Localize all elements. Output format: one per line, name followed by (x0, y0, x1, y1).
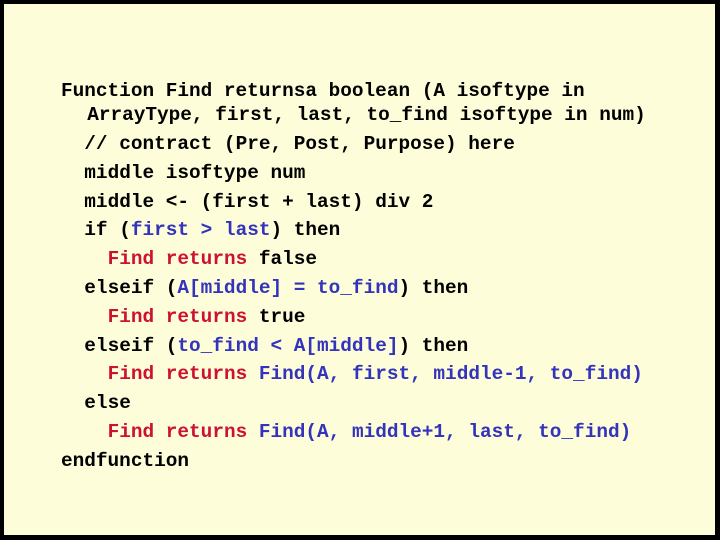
code-token: else (84, 392, 131, 414)
code-token: Function Find returnsa boolean (A isofty… (61, 80, 585, 102)
code-line: Find returns false (108, 247, 317, 271)
code-token: ) then (398, 335, 469, 357)
keyword-token: Find returns (107, 421, 248, 443)
code-line: Find returns true (108, 305, 306, 329)
code-line: middle isoftype num (84, 161, 305, 185)
expression-token: A[middle] = to_find (177, 277, 399, 299)
code-token: ArrayType, first, last, to_find isoftype… (87, 104, 646, 126)
expression-token: to_find < A[middle] (177, 335, 399, 357)
code-line: if (first > last) then (84, 218, 340, 242)
code-line: else (84, 391, 131, 415)
code-line: Function Find returnsa boolean (A isofty… (61, 79, 585, 103)
code-line: // contract (Pre, Post, Purpose) here (84, 132, 515, 156)
keyword-token: Find returns (107, 248, 248, 270)
expression-token: Find(A, middle+1, last, to_find) (258, 421, 632, 443)
code-token: elseif ( (84, 277, 178, 299)
code-line: Find returns Find(A, middle+1, last, to_… (108, 420, 632, 444)
code-line: middle <- (first + last) div 2 (84, 190, 433, 214)
code-token: ) then (398, 277, 469, 299)
expression-token: first > last (130, 219, 271, 241)
code-line: ArrayType, first, last, to_find isoftype… (87, 103, 646, 127)
code-token: if ( (84, 219, 131, 241)
slide: Function Find returnsa boolean (A isofty… (4, 4, 715, 535)
code-line: Find returns Find(A, first, middle-1, to… (108, 362, 643, 386)
keyword-token: Find returns (107, 306, 248, 328)
code-token: ) then (270, 219, 341, 241)
code-line: elseif (A[middle] = to_find) then (84, 276, 468, 300)
code-token: true (247, 306, 306, 328)
code-line: elseif (to_find < A[middle]) then (84, 334, 468, 358)
code-token: endfunction (61, 450, 189, 472)
code-token: middle <- (first + last) div 2 (84, 191, 434, 213)
code-token: elseif ( (84, 335, 178, 357)
expression-token: Find(A, first, middle-1, to_find) (258, 363, 643, 385)
code-token: false (247, 248, 318, 270)
code-line: endfunction (61, 449, 189, 473)
code-token: // contract (Pre, Post, Purpose) here (84, 133, 515, 155)
code-token: middle isoftype num (84, 162, 306, 184)
keyword-token: Find returns (107, 363, 248, 385)
